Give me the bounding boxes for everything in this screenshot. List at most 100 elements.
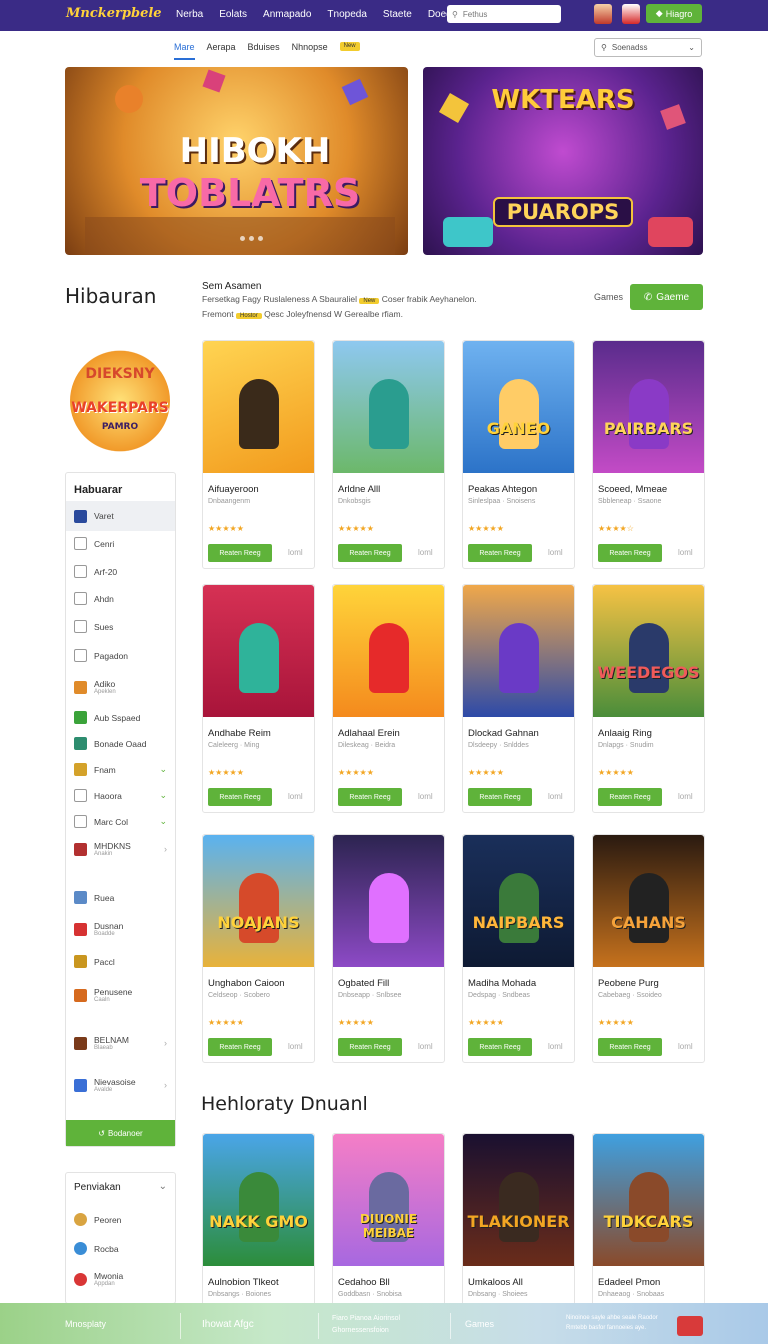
footer-link[interactable]: Mnosplaty: [65, 1319, 106, 1329]
card-title[interactable]: Adlahaal Erein: [338, 728, 400, 739]
game-card[interactable]: WEEDEGOS Anlaaig Ring Dnlapgs · Snudim ★★★★…: [592, 584, 705, 813]
sidebar2-item[interactable]: Peoren: [66, 1213, 175, 1226]
game-thumbnail[interactable]: NAKK GMO: [203, 1134, 314, 1266]
game-card[interactable]: Dlockad Gahnan Dlsdeepy · Snlddes ★★★★★ Rea…: [462, 584, 575, 813]
games-button[interactable]: ✆ Gaeme: [630, 284, 703, 310]
sidebar-item[interactable]: Haoora ⌄: [66, 789, 175, 802]
game-card[interactable]: PAIRBARS Scoeed, Mmeae Sbbleneap · Ssaone ★…: [592, 340, 705, 569]
sidebar-item[interactable]: BELNAM Blaeab ›: [66, 1035, 175, 1051]
sidebar-item[interactable]: Cenri: [66, 537, 175, 550]
sidebar-item[interactable]: Adiko Apeklen: [66, 679, 175, 695]
game-card[interactable]: DIUONIE MEIBAE Cedahoo Bll Goddbasn · Snob…: [332, 1133, 445, 1308]
comments-link[interactable]: loml: [288, 1042, 303, 1051]
tab[interactable]: Nhnopse: [292, 42, 328, 60]
comments-link[interactable]: loml: [288, 548, 303, 557]
game-thumbnail[interactable]: GANEO: [463, 341, 574, 473]
card-title[interactable]: Scoeed, Mmeae: [598, 484, 667, 495]
sidebar2-item[interactable]: Rocba: [66, 1242, 175, 1255]
card-title[interactable]: Cedahoo Bll: [338, 1277, 390, 1288]
game-card[interactable]: Andhabe Reim Caleleerg · Ming ★★★★★ Reaten …: [202, 584, 315, 813]
play-button[interactable]: Reaten Reeg: [338, 1038, 402, 1056]
chevron-down-icon[interactable]: ⌄: [159, 816, 167, 827]
sidebar-item[interactable]: Varet: [66, 501, 175, 531]
card-title[interactable]: Anlaaig Ring: [598, 728, 652, 739]
play-button[interactable]: Reaten Reeg: [208, 1038, 272, 1056]
sidebar2-item[interactable]: Mwonia Appdan: [66, 1271, 175, 1287]
play-button[interactable]: Reaten Reeg: [468, 544, 532, 562]
game-thumbnail[interactable]: DIUONIE MEIBAE: [333, 1134, 444, 1266]
footer-link[interactable]: Ihowat Afgc: [202, 1319, 254, 1330]
comments-link[interactable]: loml: [548, 792, 563, 801]
chevron-down-icon[interactable]: ⌄: [159, 1181, 167, 1192]
card-title[interactable]: Peakas Ahtegon: [468, 484, 537, 495]
chevron-right-icon[interactable]: ›: [164, 844, 167, 854]
comments-link[interactable]: loml: [418, 548, 433, 557]
game-thumbnail[interactable]: TIDKCARS: [593, 1134, 704, 1266]
game-thumbnail[interactable]: WEEDEGOS: [593, 585, 704, 717]
play-button[interactable]: Reaten Reeg: [468, 1038, 532, 1056]
card-title[interactable]: Edadeel Pmon: [598, 1277, 660, 1288]
game-thumbnail[interactable]: [203, 585, 314, 717]
play-button[interactable]: Reaten Reeg: [208, 544, 272, 562]
sidebar-item[interactable]: Arf-20: [66, 565, 175, 578]
sidebar-item[interactable]: MHDKNS Anakin ›: [66, 841, 175, 857]
game-card[interactable]: Aifuayeroon Dnbaangenm ★★★★★ Reaten Reeg lom…: [202, 340, 315, 569]
card-title[interactable]: Unghabon Caioon: [208, 978, 285, 989]
game-thumbnail[interactable]: NAIPBARS: [463, 835, 574, 967]
game-thumbnail[interactable]: [333, 585, 444, 717]
sort-select[interactable]: ⚲ Soenadss ⌄: [594, 38, 702, 57]
game-thumbnail[interactable]: TLAKIONER: [463, 1134, 574, 1266]
search-input[interactable]: ⚲ Fethus: [447, 5, 561, 23]
game-card[interactable]: NAKK GMO Aulnobion Tlkeot Dnbsangs · Boion…: [202, 1133, 315, 1308]
avatar[interactable]: [622, 4, 640, 24]
sidebar-item[interactable]: Pagadon: [66, 649, 175, 662]
game-card[interactable]: GANEO Peakas Ahtegon Sinleslpaa · Snoisens…: [462, 340, 575, 569]
nav-item[interactable]: Nerba: [176, 9, 203, 20]
play-button[interactable]: Reaten Reeg: [468, 788, 532, 806]
comments-link[interactable]: loml: [548, 548, 563, 557]
card-title[interactable]: Umkaloos All: [468, 1277, 523, 1288]
play-button[interactable]: Reaten Reeg: [338, 544, 402, 562]
comments-link[interactable]: loml: [418, 792, 433, 801]
chevron-right-icon[interactable]: ›: [164, 1080, 167, 1090]
game-card[interactable]: Ogbated Fill Dnbseapp · Snlbsee ★★★★★ Reate…: [332, 834, 445, 1063]
comments-link[interactable]: loml: [418, 1042, 433, 1051]
sidebar-item[interactable]: Marc Col ⌄: [66, 815, 175, 828]
hero-banner[interactable]: HIBOKH TOBLATRS: [65, 67, 408, 255]
game-thumbnail[interactable]: CAHANS: [593, 835, 704, 967]
top-action-button[interactable]: ◆ Hiagro: [646, 4, 702, 23]
game-thumbnail[interactable]: [463, 585, 574, 717]
sidebar-item[interactable]: Sues: [66, 620, 175, 633]
game-thumbnail[interactable]: PAIRBARS: [593, 341, 704, 473]
game-card[interactable]: TIDKCARS Edadeel Pmon Dnhaeaog · Snobaas: [592, 1133, 705, 1308]
sidebar-item[interactable]: Bonade Oaad: [66, 737, 175, 750]
card-title[interactable]: Ogbated Fill: [338, 978, 389, 989]
nav-item[interactable]: Staete: [383, 9, 412, 20]
nav-item[interactable]: Anmapado: [263, 9, 311, 20]
chevron-down-icon[interactable]: ⌄: [159, 790, 167, 801]
card-title[interactable]: Madiha Mohada: [468, 978, 536, 989]
tab-home[interactable]: Mare: [174, 42, 195, 60]
play-button[interactable]: Reaten Reeg: [598, 544, 662, 562]
chevron-down-icon[interactable]: ⌄: [159, 764, 167, 775]
comments-link[interactable]: loml: [678, 548, 693, 557]
comments-link[interactable]: loml: [678, 792, 693, 801]
nav-item[interactable]: Eolats: [219, 9, 247, 20]
card-title[interactable]: Arldne Alll: [338, 484, 380, 495]
sidebar-item[interactable]: Ruea: [66, 891, 175, 904]
play-button[interactable]: Reaten Reeg: [598, 1038, 662, 1056]
game-card[interactable]: NOAJANS Unghabon Caioon Celdseop · Scobero…: [202, 834, 315, 1063]
play-button[interactable]: Reaten Reeg: [338, 788, 402, 806]
app-logo[interactable]: Mnckerpbele: [66, 6, 162, 21]
sidebar-item[interactable]: Penusene Caaln: [66, 987, 175, 1003]
card-title[interactable]: Peobene Purg: [598, 978, 659, 989]
chevron-right-icon[interactable]: ›: [164, 1038, 167, 1048]
comments-link[interactable]: loml: [678, 1042, 693, 1051]
card-title[interactable]: Dlockad Gahnan: [468, 728, 539, 739]
hero-banner[interactable]: WKTEARS PUAROPS: [423, 67, 703, 255]
game-thumbnail[interactable]: [203, 341, 314, 473]
game-thumbnail[interactable]: [333, 835, 444, 967]
play-button[interactable]: Reaten Reeg: [208, 788, 272, 806]
sidebar-item[interactable]: Nievasoise Avalde ›: [66, 1077, 175, 1093]
sidebar-item[interactable]: Aub Sspaed: [66, 711, 175, 724]
